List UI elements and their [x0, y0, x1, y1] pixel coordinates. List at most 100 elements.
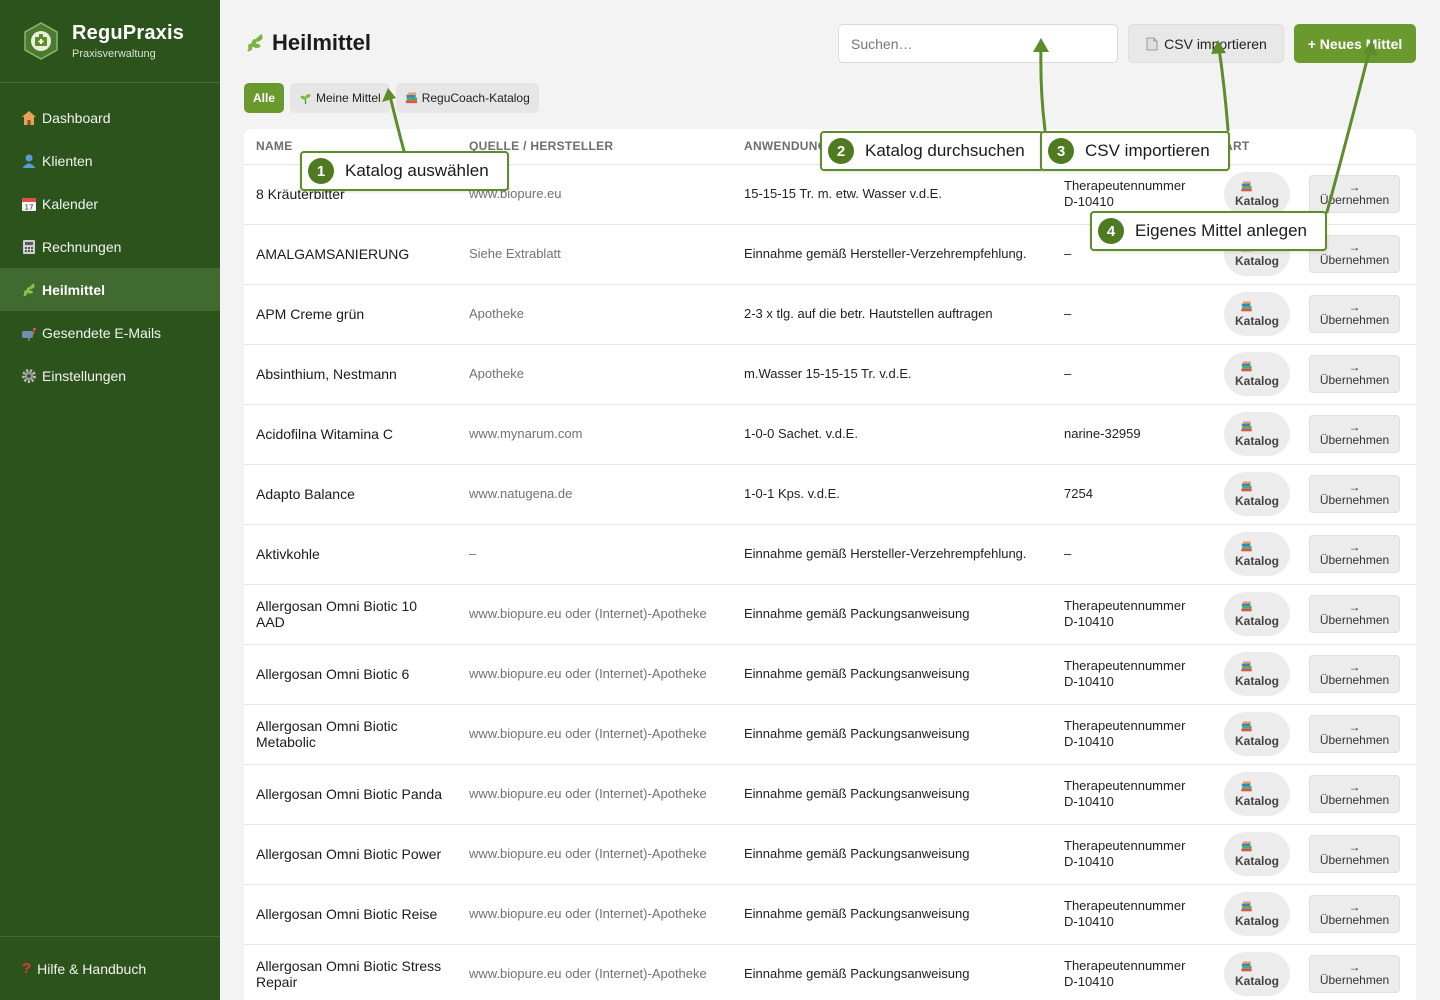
nav-item-einstellungen[interactable]: Einstellungen: [0, 354, 220, 397]
csv-import-label: CSV importieren: [1164, 35, 1267, 52]
filter-regucoach-catalog[interactable]: ReguCoach-Katalog: [395, 83, 539, 113]
nav-item-gesendete-emails[interactable]: Gesendete E-Mails: [0, 311, 220, 354]
annotation-3: 3 CSV importieren: [1040, 131, 1230, 171]
gear-icon: [20, 367, 38, 385]
catalog-badge: Katalog: [1224, 952, 1290, 996]
adopt-button-label: Übernehmen: [1319, 193, 1390, 207]
help-link[interactable]: ? Hilfe & Handbuch: [0, 936, 220, 1000]
adopt-button[interactable]: → Übernehmen: [1309, 295, 1400, 333]
type-cell: Katalog: [1212, 764, 1297, 824]
catalog-badge-label: Katalog: [1234, 493, 1279, 508]
books-icon: [1240, 540, 1252, 551]
adopt-button[interactable]: → Übernehmen: [1309, 475, 1400, 513]
books-icon: [1240, 420, 1252, 431]
remedy-reference: –: [1064, 366, 1072, 381]
remedy-source: www.mynarum.com: [469, 426, 583, 441]
nav-item-klienten[interactable]: Klienten: [0, 139, 220, 182]
action-cell: → Übernehmen: [1297, 464, 1416, 524]
remedy-reference: Therapeutennummer D-10410: [1064, 778, 1186, 809]
annotation-label: Katalog auswählen: [345, 161, 489, 180]
books-icon: [1240, 720, 1252, 731]
type-cell: Katalog: [1212, 704, 1297, 764]
adopt-button[interactable]: → Übernehmen: [1309, 175, 1400, 213]
remedy-name: Aktivkohle: [256, 546, 320, 562]
action-cell: → Übernehmen: [1297, 284, 1416, 344]
remedy-source: www.biopure.eu oder (Internet)-Apotheke: [469, 786, 707, 801]
remedy-source: www.biopure.eu oder (Internet)-Apotheke: [469, 726, 707, 741]
new-remedy-button[interactable]: + Neues Mittel: [1294, 24, 1416, 63]
type-cell: Katalog: [1212, 824, 1297, 884]
main-nav: Dashboard Klienten 17 Kalender Rechnunge…: [0, 96, 220, 397]
filter-all[interactable]: Alle: [244, 83, 285, 113]
catalog-badge-label: Katalog: [1234, 613, 1279, 628]
table-row[interactable]: Allergosan Omni Biotic Power www.biopure.…: [244, 824, 1416, 884]
annotation-number: 2: [828, 138, 854, 164]
table-row[interactable]: Allergosan Omni Biotic Reise www.biopure.…: [244, 884, 1416, 944]
table-row[interactable]: Absinthium, Nestmann Apotheke m.Wasser 15-…: [244, 344, 1416, 404]
annotation-label: Eigenes Mittel anlegen: [1135, 221, 1308, 240]
adopt-button[interactable]: → Übernehmen: [1309, 595, 1400, 633]
table-row[interactable]: Acidofilna Witamina C www.mynarum.com 1-0-…: [244, 404, 1416, 464]
calendar-icon: 17: [20, 195, 38, 213]
catalog-badge: Katalog: [1224, 592, 1290, 636]
table-row[interactable]: Allergosan Omni Biotic Metabolic www.biop…: [244, 704, 1416, 764]
remedy-reference: –: [1064, 306, 1072, 321]
logo-icon: [24, 22, 58, 60]
adopt-button[interactable]: → Übernehmen: [1309, 535, 1400, 573]
nav-label: Dashboard: [42, 109, 111, 126]
remedy-reference: Therapeutennummer D-10410: [1064, 838, 1186, 869]
app-name: ReguPraxis: [72, 22, 185, 44]
adopt-button[interactable]: → Übernehmen: [1309, 895, 1400, 933]
table-row[interactable]: Allergosan Omni Biotic Stress Repair www.…: [244, 944, 1416, 1000]
adopt-button-label: Übernehmen: [1319, 613, 1390, 627]
adopt-button[interactable]: → Übernehmen: [1309, 955, 1400, 993]
books-icon: [1240, 900, 1252, 911]
table-row[interactable]: Allergosan Omni Biotic Panda www.biopure.…: [244, 764, 1416, 824]
nav-item-dashboard[interactable]: Dashboard: [0, 96, 220, 139]
adopt-button[interactable]: → Übernehmen: [1309, 835, 1400, 873]
remedy-name: Adapto Balance: [256, 486, 355, 502]
type-cell: Katalog: [1212, 464, 1297, 524]
remedy-reference: Therapeutennummer D-10410: [1064, 598, 1186, 629]
nav-item-rechnungen[interactable]: Rechnungen: [0, 225, 220, 268]
remedy-name: Allergosan Omni Biotic Stress Repair: [256, 958, 442, 990]
csv-import-button[interactable]: CSV importieren: [1128, 24, 1284, 63]
filter-label: Meine Mittel: [316, 91, 381, 105]
remedy-name: Absinthium, Nestmann: [256, 366, 397, 382]
remedy-reference: Therapeutennummer D-10410: [1064, 658, 1186, 689]
adopt-button[interactable]: → Übernehmen: [1309, 775, 1400, 813]
adopt-button[interactable]: → Übernehmen: [1309, 355, 1400, 393]
brand[interactable]: ReguPraxis Praxisverwaltung: [0, 0, 220, 83]
remedy-name: Allergosan Omni Biotic Power: [256, 846, 442, 862]
catalog-badge: Katalog: [1224, 892, 1290, 936]
remedy-name: Allergosan Omni Biotic Panda: [256, 786, 442, 802]
remedy-usage: 15-15-15 Tr. m. etw. Wasser v.d.E.: [744, 186, 942, 201]
app-subtitle: Praxisverwaltung: [72, 48, 156, 60]
table-row[interactable]: Allergosan Omni Biotic 10 AAD www.biopure…: [244, 584, 1416, 644]
remedy-source: –: [469, 546, 477, 561]
nav-label: Heilmittel: [42, 281, 106, 298]
adopt-button-label: Übernehmen: [1319, 913, 1390, 927]
adopt-button[interactable]: → Übernehmen: [1309, 655, 1400, 693]
filter-my-remedies[interactable]: Meine Mittel: [290, 83, 390, 113]
table-row[interactable]: APM Creme grün Apotheke 2-3 x tlg. auf die…: [244, 284, 1416, 344]
adopt-button[interactable]: → Übernehmen: [1309, 415, 1400, 453]
table-row[interactable]: Adapto Balance www.natugena.de 1-0-1 Kps. …: [244, 464, 1416, 524]
books-icon: [1240, 600, 1252, 611]
nav-item-heilmittel[interactable]: Heilmittel: [0, 268, 220, 311]
action-cell: → Übernehmen: [1297, 404, 1416, 464]
remedy-usage: 1-0-0 Sachet. v.d.E.: [744, 426, 858, 441]
search-input[interactable]: [838, 24, 1118, 63]
table-row[interactable]: Aktivkohle – Einnahme gemäß Hersteller-Ver…: [244, 524, 1416, 584]
adopt-button-label: Übernehmen: [1319, 793, 1390, 807]
catalog-badge-label: Katalog: [1234, 913, 1279, 928]
remedies-table: NAME QUELLE / HERSTELLER ANWENDUNG ART 8…: [244, 129, 1416, 1000]
remedy-name: Acidofilna Witamina C: [256, 426, 393, 442]
type-cell: Katalog: [1212, 404, 1297, 464]
remedy-usage: Einnahme gemäß Packungsanweisung: [744, 606, 970, 621]
nav-item-kalender[interactable]: 17 Kalender: [0, 182, 220, 225]
adopt-button[interactable]: → Übernehmen: [1309, 715, 1400, 753]
table-row[interactable]: Allergosan Omni Biotic 6 www.biopure.eu o…: [244, 644, 1416, 704]
catalog-badge-label: Katalog: [1234, 733, 1279, 748]
calculator-icon: [20, 238, 38, 256]
